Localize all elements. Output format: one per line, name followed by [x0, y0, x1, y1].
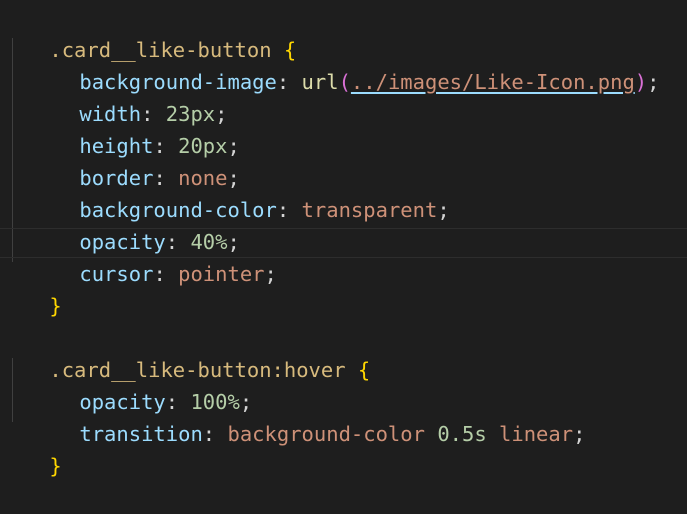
code-line[interactable]: cursor: pointer;	[0, 226, 277, 286]
semicolon: ;	[437, 198, 450, 222]
css-value: linear	[499, 422, 574, 446]
code-line[interactable]: background-color: transparent;	[0, 162, 449, 222]
code-line[interactable]: transition: background-color 0.5s linear…	[0, 386, 585, 446]
open-brace: {	[345, 358, 371, 382]
code-line[interactable]: opacity: 40%;	[0, 194, 239, 254]
code-editor[interactable]: .card__like-button { background-image: u…	[0, 0, 687, 478]
code-line[interactable]: .card__like-button:hover {	[0, 322, 370, 382]
css-property: transition	[79, 422, 203, 446]
code-line[interactable]: opacity: 100%;	[0, 354, 252, 414]
colon: :	[202, 422, 228, 446]
code-line[interactable]: height: 20px;	[0, 98, 239, 158]
css-value: pointer	[178, 262, 265, 286]
code-line[interactable]: .card__like-button {	[0, 2, 296, 62]
css-function: url	[301, 70, 339, 94]
colon: :	[276, 70, 302, 94]
code-line[interactable]: }	[0, 418, 61, 478]
paren-open: (	[338, 70, 351, 94]
code-line[interactable]: }	[0, 258, 61, 318]
code-line[interactable]: width: 23px;	[0, 66, 227, 126]
code-line[interactable]: background-image: url(../images/Like-Ico…	[0, 34, 659, 94]
code-line[interactable]: border: none;	[0, 130, 239, 190]
semicolon: ;	[647, 70, 660, 94]
colon: :	[276, 198, 302, 222]
semicolon: ;	[264, 262, 277, 286]
paren-close: )	[634, 70, 648, 94]
css-property: cursor	[79, 262, 154, 286]
colon: :	[153, 262, 179, 286]
css-value: background-color	[227, 422, 425, 446]
css-value: 0.5s	[437, 422, 487, 446]
css-value: transparent	[301, 198, 438, 222]
close-brace: }	[49, 294, 62, 318]
semicolon: ;	[573, 422, 586, 446]
url-link[interactable]: ../images/Like-Icon.png	[351, 70, 635, 94]
